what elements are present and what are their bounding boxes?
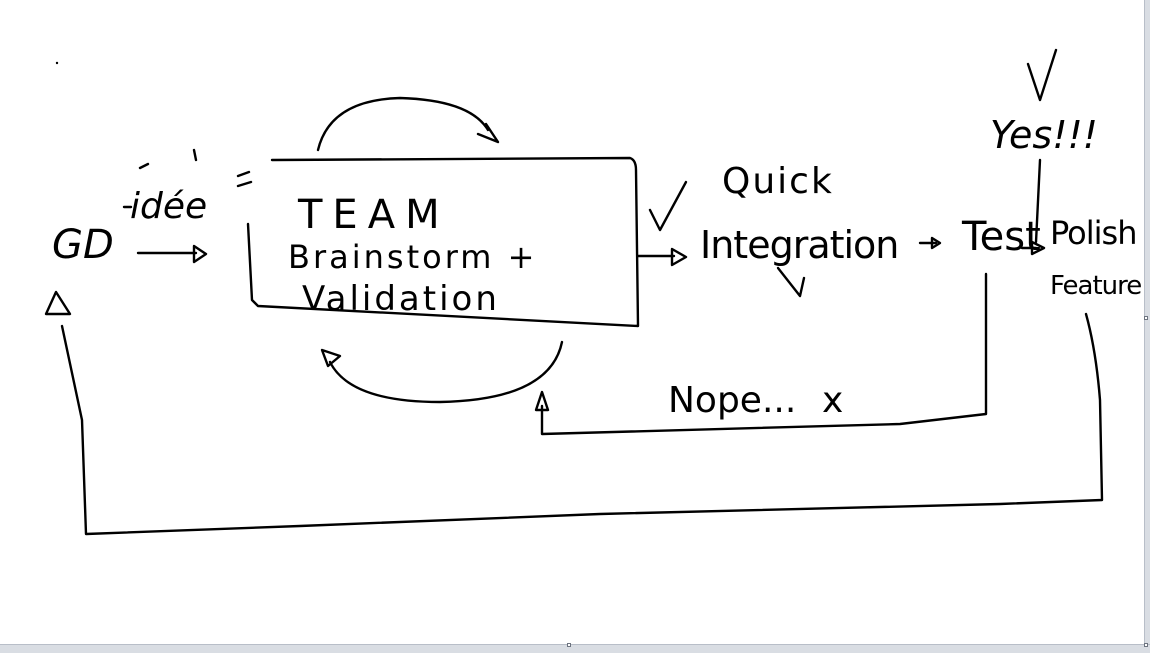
idea-equals-mark-1: [236, 170, 251, 178]
canvas-right-edge: [1144, 0, 1150, 653]
resize-handle-corner[interactable]: [1144, 643, 1148, 647]
yes-label: Yes!!!: [990, 113, 1098, 157]
top-loop-arrow-curve: [316, 96, 490, 152]
gd-node-label: GD: [52, 222, 114, 268]
canvas-bottom-edge: [0, 644, 1150, 653]
bottom-loop-arrow-curve: [328, 340, 564, 404]
test-label: Test: [961, 214, 1041, 260]
integration-g-tail: [776, 266, 806, 298]
resize-handle-right[interactable]: [1144, 316, 1148, 320]
workflow-diagram: GD idée TEAM Brainstorm + Validation Qui…: [44, 48, 1142, 536]
stray-dot: [55, 61, 59, 65]
bottom-loop-arrow-head: [320, 348, 342, 368]
nope-label: Nope...: [668, 380, 796, 421]
drawing-canvas[interactable]: GD idée TEAM Brainstorm + Validation Qui…: [0, 0, 1150, 653]
team-box-line1: Brainstorm +: [288, 238, 537, 276]
team-box-line2: Validation: [302, 279, 500, 319]
idea-equals-mark-2: [236, 180, 253, 188]
checkmark-yes: [1026, 48, 1058, 102]
integration-label: Integration: [700, 223, 898, 267]
team-box-title: TEAM: [297, 192, 450, 238]
idea-accent-small: [138, 162, 150, 170]
quick-label: Quick: [722, 161, 834, 202]
idea-label: idée: [130, 186, 207, 227]
big-loop-arrow-head: [44, 290, 72, 316]
checkmark-quick: [648, 180, 688, 232]
big-loop-line: [60, 312, 1104, 536]
nope-x-mark: x: [822, 380, 843, 421]
polish-label: Polish: [1050, 214, 1136, 252]
feature-label: Feature: [1050, 271, 1141, 301]
top-loop-arrow-head: [476, 122, 500, 144]
idea-accent-top: [192, 148, 198, 162]
resize-handle-bottom[interactable]: [567, 643, 571, 647]
